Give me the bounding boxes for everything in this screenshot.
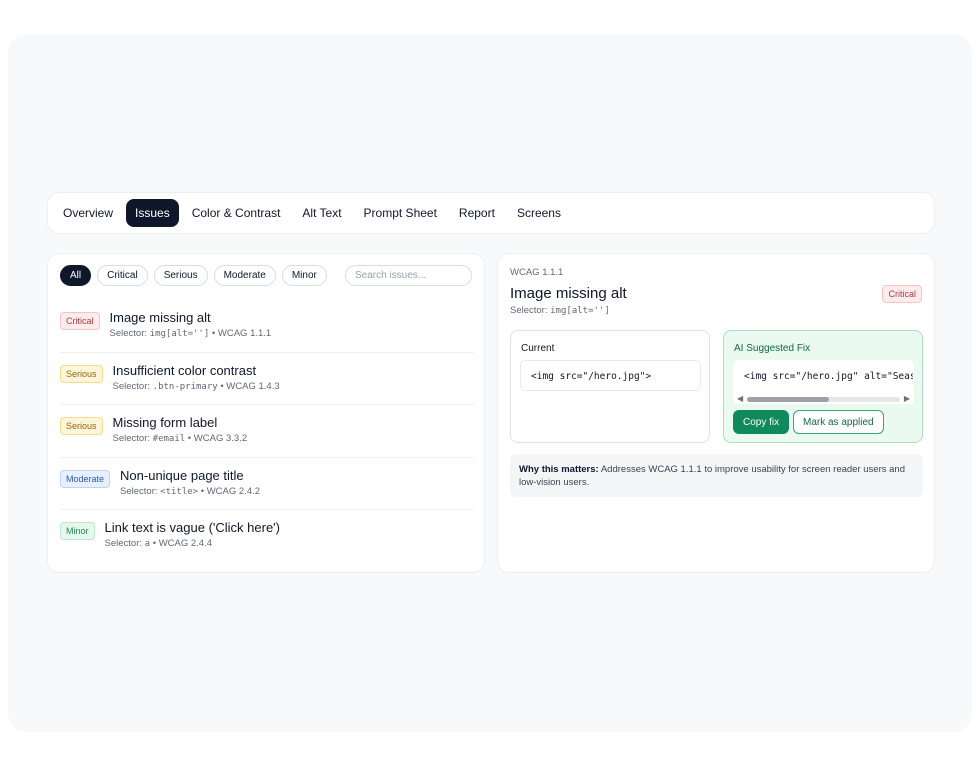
tab-screens[interactable]: Screens (508, 199, 570, 227)
issue-text: Missing form label Selector: #email • WC… (113, 415, 248, 444)
severity-badge: Serious (60, 417, 103, 435)
issue-list: Critical Image missing alt Selector: img… (60, 300, 474, 563)
selector-code: .btn-primary (152, 381, 218, 392)
search-input[interactable] (345, 265, 472, 286)
selector-label: Selector: (510, 305, 548, 316)
tab-alt-text[interactable]: Alt Text (293, 199, 350, 227)
wcag-ref: WCAG 2.4.2 (206, 485, 261, 497)
issues-panel: All Critical Serious Moderate Minor Crit… (47, 253, 485, 573)
tab-report[interactable]: Report (450, 199, 504, 227)
current-code-card: Current <img src="/hero.jpg"> (510, 330, 710, 443)
filter-minor[interactable]: Minor (281, 265, 327, 286)
severity-badge: Serious (60, 364, 103, 383)
filter-serious[interactable]: Serious (153, 265, 208, 286)
why-it-matters: Why this matters: Addresses WCAG 1.1.1 t… (510, 454, 923, 497)
issue-title: Non-unique page title (120, 467, 244, 483)
selector-code: img[alt=''] (550, 306, 610, 316)
issue-title: Link text is vague ('Click here') (104, 520, 280, 535)
tab-color-contrast[interactable]: Color & Contrast (183, 199, 290, 227)
severity-badge: Critical (60, 312, 100, 330)
issue-meta: Selector: img[alt=''] • WCAG 1.1.1 (109, 328, 272, 339)
severity-badge: Moderate (60, 469, 111, 488)
scrollbar-thumb[interactable] (747, 397, 829, 402)
list-item[interactable]: Minor Link text is vague ('Click here') … (60, 510, 474, 563)
scroll-left-icon[interactable]: ◀ (737, 394, 743, 404)
wcag-ref: WCAG 1.1.1 (217, 328, 272, 339)
suggested-fix-card: AI Suggested Fix <img src="/hero.jpg" al… (723, 330, 923, 443)
severity-badge: Minor (60, 522, 95, 540)
list-item[interactable]: Serious Insufficient color contrast Sele… (60, 353, 474, 405)
wcag-ref: WCAG 3.3.2 (193, 433, 248, 444)
selector-label: Selector: (109, 328, 148, 339)
tab-prompt-sheet[interactable]: Prompt Sheet (355, 199, 446, 227)
tab-issues[interactable]: Issues (126, 199, 179, 227)
issue-detail-panel: WCAG 1.1.1 Image missing alt Selector: i… (497, 253, 935, 573)
wcag-ref: WCAG 1.4.3 (226, 380, 280, 392)
tab-overview[interactable]: Overview (54, 199, 122, 227)
issue-title: Image missing alt (109, 310, 211, 325)
scroll-right-icon[interactable]: ▶ (904, 394, 910, 404)
selector-label: Selector: (112, 433, 151, 444)
severity-badge: Critical (882, 285, 922, 303)
issue-text: Image missing alt Selector: img[alt=''] … (110, 310, 272, 339)
why-label: Why this matters: (519, 464, 599, 475)
issue-text: Non-unique page title Selector: <title> … (120, 468, 260, 497)
filter-all[interactable]: All (60, 265, 92, 286)
issue-title: Insufficient color contrast (112, 362, 257, 378)
code-scrollbar[interactable]: ◀ ▶ (737, 394, 910, 404)
list-item[interactable]: Serious Missing form label Selector: #em… (60, 405, 474, 458)
selector-label: Selector: (120, 485, 158, 497)
detail-selector: Selector: img[alt=''] (510, 305, 610, 316)
wcag-ref: WCAG 2.4.4 (158, 538, 213, 549)
list-item[interactable]: Critical Image missing alt Selector: img… (60, 300, 474, 353)
fix-label: AI Suggested Fix (734, 343, 811, 354)
issue-text: Link text is vague ('Click here') Select… (105, 520, 280, 549)
filter-moderate[interactable]: Moderate (213, 265, 276, 286)
selector-code: #email (152, 434, 186, 444)
list-item[interactable]: Moderate Non-unique page title Selector:… (60, 458, 474, 510)
severity-filters: All Critical Serious Moderate Minor (60, 265, 327, 286)
mark-applied-button[interactable]: Mark as applied (793, 410, 884, 434)
issue-text: Insufficient color contrast Selector: .b… (113, 363, 280, 392)
selector-code: img[alt=''] (149, 329, 210, 339)
issue-meta: Selector: #email • WCAG 3.3.2 (112, 433, 248, 444)
current-code: <img src="/hero.jpg"> (520, 360, 701, 391)
tab-bar: Overview Issues Color & Contrast Alt Tex… (47, 192, 935, 234)
selector-label: Selector: (112, 380, 151, 392)
issue-meta: Selector: <title> • WCAG 2.4.2 (120, 485, 261, 497)
selector-code: a (144, 539, 151, 549)
wcag-crumb: WCAG 1.1.1 (510, 267, 564, 278)
issue-meta: Selector: .btn-primary • WCAG 1.4.3 (112, 380, 280, 392)
detail-title: Image missing alt (510, 285, 627, 302)
selector-label: Selector: (104, 538, 143, 549)
current-label: Current (521, 343, 555, 354)
issue-title: Missing form label (112, 415, 218, 430)
issue-meta: Selector: a • WCAG 2.4.4 (104, 538, 213, 549)
filter-critical[interactable]: Critical (97, 265, 148, 286)
copy-fix-button[interactable]: Copy fix (733, 410, 790, 434)
selector-code: <title> (160, 486, 199, 497)
